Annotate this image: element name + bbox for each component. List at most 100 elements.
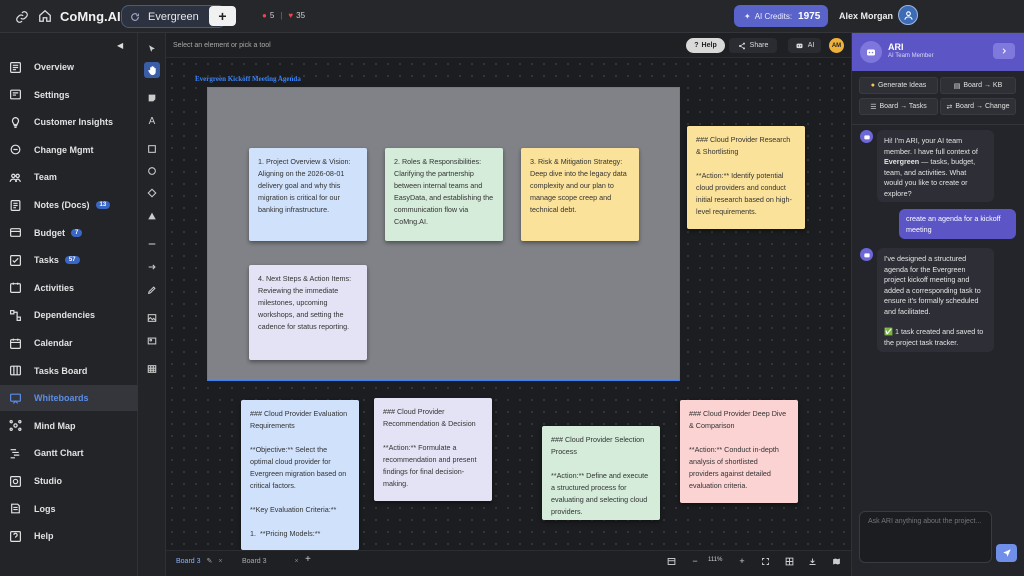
tab-board[interactable]: Board 3 ✎ ×	[176, 554, 223, 568]
add-tab-button[interactable]: +	[305, 554, 311, 565]
circle-icon[interactable]	[144, 163, 160, 179]
pointer-icon[interactable]	[144, 41, 160, 57]
brand-name[interactable]: CoMng.AI	[60, 9, 121, 24]
close-tab-icon[interactable]: ×	[295, 558, 299, 565]
edit-icon[interactable]: ✎	[207, 557, 213, 565]
ari-chat-input[interactable]	[859, 511, 992, 563]
user-name[interactable]: Alex Morgan	[839, 11, 893, 21]
gantt-icon	[9, 447, 22, 460]
sticky-note[interactable]: ### Cloud Provider Recommendation & Deci…	[374, 398, 492, 501]
sidebar-item-settings[interactable]: Settings	[0, 82, 138, 108]
layers-icon[interactable]	[664, 554, 678, 568]
mindmap-icon	[9, 419, 22, 432]
sticky-note-icon[interactable]	[144, 90, 160, 106]
sidebar-item-label: Tasks Board	[34, 365, 88, 376]
add-button[interactable]: +	[209, 6, 236, 26]
sidebar-item-change-mgmt[interactable]: Change Mgmt	[0, 137, 138, 163]
sticky-note[interactable]: 2. Roles & Responsibilities: Clarifying …	[385, 148, 503, 241]
map-icon[interactable]	[829, 554, 843, 568]
sidebar-item-gantt-chart[interactable]: Gantt Chart	[0, 440, 138, 466]
user-message: create an agenda for a kickoff meeting	[899, 209, 1016, 239]
collapse-sidebar-icon[interactable]: ◀	[117, 41, 123, 50]
zoom-in-button[interactable]: +	[735, 554, 749, 568]
sidebar-item-label: Studio	[34, 476, 62, 486]
frame-title[interactable]: Evergreen Kickoff Meeting Agenda	[195, 75, 301, 83]
table-icon[interactable]	[144, 361, 160, 377]
top-bar: CoMng.AI Evergreen + ● 5 | ♥ 35 ✦ AI Cre…	[0, 0, 1024, 33]
tasks-icon	[9, 254, 22, 267]
message-text: I've designed a structured agenda for th…	[884, 254, 981, 316]
board-to-change-button[interactable]: ⇄ Board → Change	[940, 98, 1016, 115]
send-icon[interactable]	[996, 544, 1017, 562]
bulb-icon	[9, 116, 22, 129]
credits-label: AI Credits:	[754, 11, 793, 21]
sidebar-item-logs[interactable]: Logs	[0, 496, 138, 522]
ai-credits-badge[interactable]: ✦ AI Credits: 1975	[734, 5, 828, 27]
sticky-note[interactable]: 3. Risk & Mitigation Strategy: Deep dive…	[521, 148, 639, 241]
close-tab-icon[interactable]: ×	[218, 558, 222, 565]
sidebar-item-whiteboards[interactable]: Whiteboards	[0, 385, 138, 412]
tasks-board-icon	[9, 364, 22, 377]
sticky-note[interactable]: 1. Project Overview & Vision: Aligning o…	[249, 148, 367, 241]
tab-board[interactable]: Board 3 ×	[242, 554, 299, 568]
triangle-icon[interactable]	[144, 208, 160, 224]
sticky-note[interactable]: ### Cloud Provider Evaluation Requiremen…	[241, 400, 359, 550]
calendar-icon	[9, 337, 22, 350]
home-icon[interactable]	[37, 8, 53, 24]
expand-panel-icon[interactable]	[993, 43, 1015, 59]
sidebar-item-studio[interactable]: Studio	[0, 468, 138, 494]
diamond-icon[interactable]	[144, 185, 160, 201]
photo-icon[interactable]	[144, 333, 160, 349]
sidebar-item-mind-map[interactable]: Mind Map	[0, 413, 138, 439]
ai-label: AI	[807, 42, 815, 49]
user-avatar-icon[interactable]	[898, 5, 918, 25]
sticky-note[interactable]: ### Cloud Provider Research & Shortlisti…	[687, 126, 805, 229]
sidebar-item-team[interactable]: Team	[0, 164, 138, 190]
sidebar-item-label: Help	[34, 531, 54, 542]
download-icon[interactable]	[805, 554, 819, 568]
share-button[interactable]: Share	[729, 38, 777, 53]
board-to-kb-button[interactable]: ▤ Board → KB	[940, 77, 1016, 94]
sidebar-item-customer-insights[interactable]: Customer Insights	[0, 109, 138, 135]
sidebar-item-calendar[interactable]: Calendar	[0, 330, 138, 356]
rectangle-icon[interactable]	[144, 141, 160, 157]
sidebar-item-label: Tasks	[34, 255, 59, 266]
pen-icon[interactable]	[144, 282, 160, 298]
arrow-icon[interactable]	[144, 259, 160, 275]
link-icon[interactable]	[14, 9, 30, 25]
fit-screen-icon[interactable]	[758, 554, 772, 568]
action-label: Generate Ideas	[877, 82, 927, 89]
whiteboard-canvas[interactable]: Evergreen Kickoff Meeting Agenda 1. Proj…	[166, 58, 851, 550]
generate-ideas-button[interactable]: ● Generate Ideas	[859, 77, 938, 94]
help-button[interactable]: ? Help	[686, 38, 725, 53]
sidebar-item-dependencies[interactable]: Dependencies	[0, 302, 138, 328]
sidebar-item-tasks[interactable]: Tasks 57	[0, 247, 138, 273]
sidebar-item-help[interactable]: Help	[0, 523, 138, 549]
sticky-note[interactable]: ### Cloud Provider Deep Dive & Compariso…	[680, 400, 798, 503]
settings-icon	[9, 88, 22, 101]
sticky-note[interactable]: 4. Next Steps & Action Items: Reviewing …	[249, 265, 367, 360]
ari-avatar-icon	[860, 248, 873, 261]
project-stats: ● 5 | ♥ 35	[262, 11, 306, 20]
sidebar-item-tasks-board[interactable]: Tasks Board	[0, 358, 138, 384]
text-tool-icon[interactable]: A	[144, 113, 160, 129]
notes-icon	[9, 199, 22, 212]
sidebar-item-label: Team	[34, 172, 57, 183]
message-text: Hi! I'm ARI, your AI team member. I have…	[884, 136, 978, 156]
list-icon: ☰	[870, 103, 877, 111]
sidebar-item-overview[interactable]: Overview	[0, 54, 138, 80]
ai-button[interactable]: AI	[788, 38, 821, 53]
grid-icon[interactable]	[782, 554, 796, 568]
zoom-out-button[interactable]: −	[688, 554, 702, 568]
image-icon[interactable]	[144, 310, 160, 326]
sticky-note[interactable]: ### Cloud Provider Selection Process **A…	[542, 426, 660, 520]
sidebar-item-notes-docs[interactable]: Notes (Docs) 13	[0, 192, 138, 218]
line-icon[interactable]	[144, 236, 160, 252]
sidebar-item-activities[interactable]: Activities	[0, 275, 138, 301]
ari-message: Hi! I'm ARI, your AI team member. I have…	[877, 130, 994, 202]
collaborator-avatar[interactable]: AM	[829, 38, 844, 53]
board-to-tasks-button[interactable]: ☰ Board → Tasks	[859, 98, 938, 115]
hand-icon[interactable]	[144, 62, 160, 78]
sidebar-item-budget[interactable]: Budget 7	[0, 220, 138, 246]
like-count: 35	[296, 11, 306, 20]
